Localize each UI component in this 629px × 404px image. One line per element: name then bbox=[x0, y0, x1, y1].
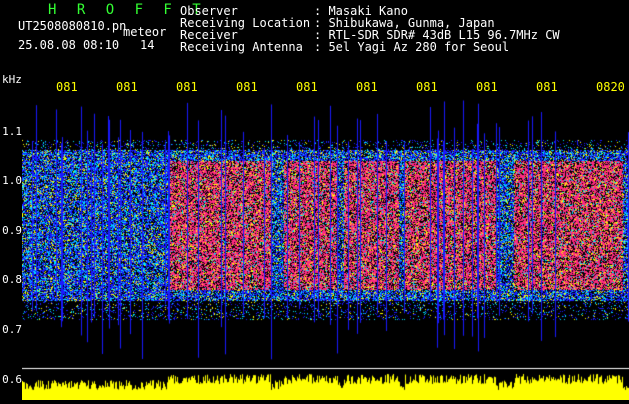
y-tick-label: 0.7 bbox=[2, 323, 22, 336]
y-tick-label: 0.6 bbox=[2, 373, 22, 386]
x-tick-label: 081 bbox=[116, 80, 138, 94]
meteor-count: 14 bbox=[140, 38, 155, 52]
y-tick-label: 0.9 bbox=[2, 224, 22, 237]
spectrogram-plot bbox=[22, 95, 629, 400]
x-tick-label: 081 bbox=[56, 80, 78, 94]
spectrogram-canvas bbox=[22, 95, 629, 400]
x-tick-label: 081 bbox=[356, 80, 378, 94]
frequency-unit-label: kHz bbox=[2, 73, 22, 86]
x-tick-label: 081 bbox=[536, 80, 558, 94]
x-tick-label: 081 bbox=[476, 80, 498, 94]
x-tick-label: 081 bbox=[416, 80, 438, 94]
capture-datetime: 25.08.08 08:10 bbox=[18, 38, 120, 52]
x-tick-label: 081 bbox=[296, 80, 318, 94]
x-tick-label: 081 bbox=[176, 80, 198, 94]
x-tick-label: 081 bbox=[236, 80, 258, 94]
file-suffix: meteor bbox=[123, 25, 167, 39]
y-tick-label: 1.1 bbox=[2, 125, 22, 138]
y-tick-label: 0.8 bbox=[2, 273, 22, 286]
x-tick-label: 0820 bbox=[596, 80, 625, 94]
file-name: UT2508080810.pn bbox=[18, 19, 127, 33]
antenna-label: Receiving Antenna bbox=[180, 40, 303, 54]
y-tick-label: 1.0 bbox=[2, 174, 22, 187]
antenna-value: : 5el Yagi Az 280 for Seoul bbox=[314, 40, 510, 54]
